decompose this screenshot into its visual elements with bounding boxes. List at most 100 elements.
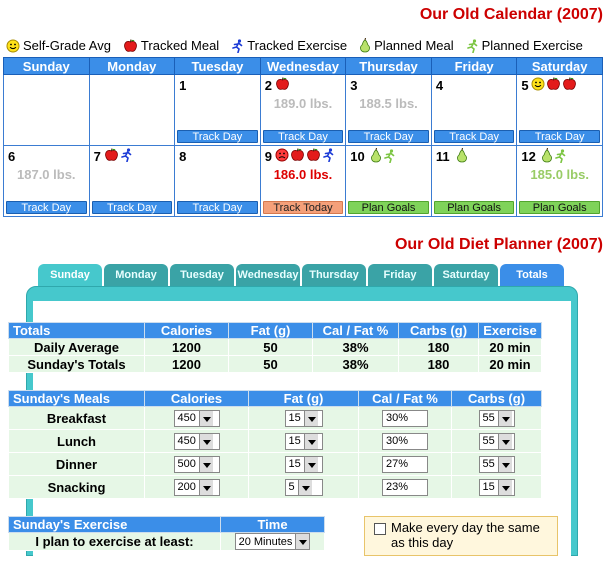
fat-select[interactable]: 15 — [284, 432, 323, 450]
day-number: 5 — [521, 78, 529, 93]
runner-icon — [322, 148, 335, 162]
totals-cell: 50 — [228, 338, 313, 356]
tab-friday[interactable]: Friday — [368, 264, 432, 287]
track-today-button[interactable]: Track Today — [262, 201, 344, 214]
meal-row: Snacking 200 5 23% 15 — [8, 475, 542, 499]
runner-green-icon — [466, 38, 482, 53]
fat-select[interactable]: 5 — [284, 478, 323, 496]
meal-row: Breakfast 450 15 30% 55 — [8, 406, 542, 430]
apple-icon — [290, 148, 305, 162]
totals-cell: 20 min — [478, 338, 542, 356]
pear-icon — [359, 38, 374, 53]
calendar-day-cell[interactable]: 8 Track Day — [174, 145, 261, 217]
day-icons — [531, 77, 577, 91]
chevron-down-icon — [297, 479, 312, 495]
chevron-down-icon — [303, 456, 318, 472]
carbs-select[interactable]: 15 — [478, 478, 515, 496]
plan-goals-button[interactable]: Plan Goals — [348, 201, 429, 214]
day-header: Wednesday — [259, 57, 347, 75]
calories-select[interactable]: 450 — [173, 409, 220, 427]
calories-select[interactable]: 200 — [173, 478, 220, 496]
exercise-time-select[interactable]: 20 Minutes — [234, 533, 311, 551]
calendar-day-cell[interactable]: 12 185.0 lbs. Plan Goals — [516, 145, 603, 217]
planner-title: Our Old Diet Planner (2007) — [394, 236, 603, 253]
calendar-day-cell[interactable]: 6 187.0 lbs. Track Day — [3, 145, 90, 217]
runner-icon — [231, 38, 247, 53]
calories-select[interactable]: 450 — [173, 432, 220, 450]
meals-column-header: Fat (g) — [248, 390, 359, 407]
legend-label: Self-Grade Avg — [23, 38, 111, 53]
tab-wednesday[interactable]: Wednesday — [236, 264, 300, 287]
weight-value: 186.0 lbs. — [273, 167, 333, 182]
totals-column-header: Carbs (g) — [398, 322, 479, 339]
totals-cell: 180 — [398, 338, 479, 356]
carbs-select[interactable]: 55 — [478, 432, 515, 450]
totals-cell: 1200 — [144, 355, 229, 373]
track-day-button[interactable]: Track Day — [433, 130, 515, 143]
tab-sunday[interactable]: Sunday — [38, 264, 102, 287]
legend-item: Planned Exercise — [466, 38, 583, 53]
legend-label: Tracked Exercise — [247, 38, 348, 53]
calendar-day-cell[interactable]: 10 Plan Goals — [345, 145, 432, 217]
tab-saturday[interactable]: Saturday — [434, 264, 498, 287]
calendar-day-cell[interactable]: 5 Track Day — [516, 74, 603, 146]
day-number: 1 — [179, 78, 187, 93]
carbs-select[interactable]: 55 — [478, 409, 515, 427]
plan-goals-button[interactable]: Plan Goals — [519, 201, 600, 214]
calendar-day-cell[interactable]: 1 Track Day — [174, 74, 261, 146]
pear-icon — [456, 148, 468, 163]
day-header: Thursday — [345, 57, 432, 75]
track-day-button[interactable]: Track Day — [348, 130, 429, 143]
smiley-icon — [531, 77, 545, 91]
day-number: 4 — [435, 78, 444, 93]
calendar-day-cell[interactable]: 11 Plan Goals — [430, 145, 518, 217]
track-day-button[interactable]: Track Day — [6, 201, 87, 214]
track-day-button[interactable]: Track Day — [262, 130, 344, 143]
meals-column-header: Sunday's Meals — [8, 390, 145, 407]
tab-monday[interactable]: Monday — [104, 264, 168, 287]
chevron-down-icon — [198, 456, 213, 472]
tab-totals[interactable]: Totals — [500, 264, 564, 287]
track-day-button[interactable]: Track Day — [519, 130, 600, 143]
track-day-button[interactable]: Track Day — [177, 201, 258, 214]
time-header: Time — [220, 516, 325, 533]
calories-select[interactable]: 500 — [173, 455, 220, 473]
meal-row: Lunch 450 15 30% 55 — [8, 429, 542, 453]
calendar-day-cell[interactable]: 9 186.0 lbs. Track Today — [259, 145, 347, 217]
cal-fat-percent-input[interactable]: 30% — [382, 432, 428, 450]
same-every-day-label: Make every day the same as this day — [391, 520, 540, 550]
calendar-day-cell[interactable]: 3 188.5 lbs. Track Day — [345, 74, 432, 146]
chevron-down-icon — [303, 433, 318, 449]
tab-tuesday[interactable]: Tuesday — [170, 264, 234, 287]
calendar-day-cell[interactable]: 7 Track Day — [88, 145, 176, 217]
track-day-button[interactable]: Track Day — [91, 201, 173, 214]
same-every-day-checkbox[interactable] — [374, 523, 386, 535]
totals-column-header: Calories — [144, 322, 229, 339]
day-header: Monday — [88, 57, 176, 75]
calendar-day-cell[interactable]: 4 Track Day — [430, 74, 518, 146]
tab-thursday[interactable]: Thursday — [302, 264, 366, 287]
legend-label: Planned Meal — [374, 38, 454, 53]
cal-fat-percent-input[interactable]: 27% — [382, 455, 428, 473]
fat-select[interactable]: 15 — [284, 455, 323, 473]
legend-label: Tracked Meal — [140, 38, 220, 53]
fat-select[interactable]: 15 — [284, 409, 323, 427]
legend-label: Planned Exercise — [481, 38, 583, 53]
day-number: 12 — [521, 149, 536, 164]
same-every-day-option[interactable]: Make every day the same as this day — [364, 516, 558, 556]
calendar-day-cell[interactable]: 2 189.0 lbs. Track Day — [259, 74, 347, 146]
apple-icon — [275, 77, 290, 91]
chevron-down-icon — [497, 410, 512, 426]
apple-icon — [546, 77, 561, 91]
totals-table: Totals Calories Fat (g) Cal / Fat % Carbs (g… — [8, 322, 542, 373]
smiley-icon — [6, 39, 23, 53]
totals-column-header: Fat (g) — [228, 322, 313, 339]
track-day-button[interactable]: Track Day — [177, 130, 258, 143]
totals-row: Daily Average 1200 50 38% 180 20 min — [8, 338, 542, 356]
carbs-select[interactable]: 55 — [478, 455, 515, 473]
cal-fat-percent-input[interactable]: 30% — [382, 409, 428, 427]
day-icons — [456, 148, 468, 163]
cal-fat-percent-input[interactable]: 23% — [382, 478, 428, 496]
day-icons — [541, 148, 567, 163]
plan-goals-button[interactable]: Plan Goals — [433, 201, 515, 214]
